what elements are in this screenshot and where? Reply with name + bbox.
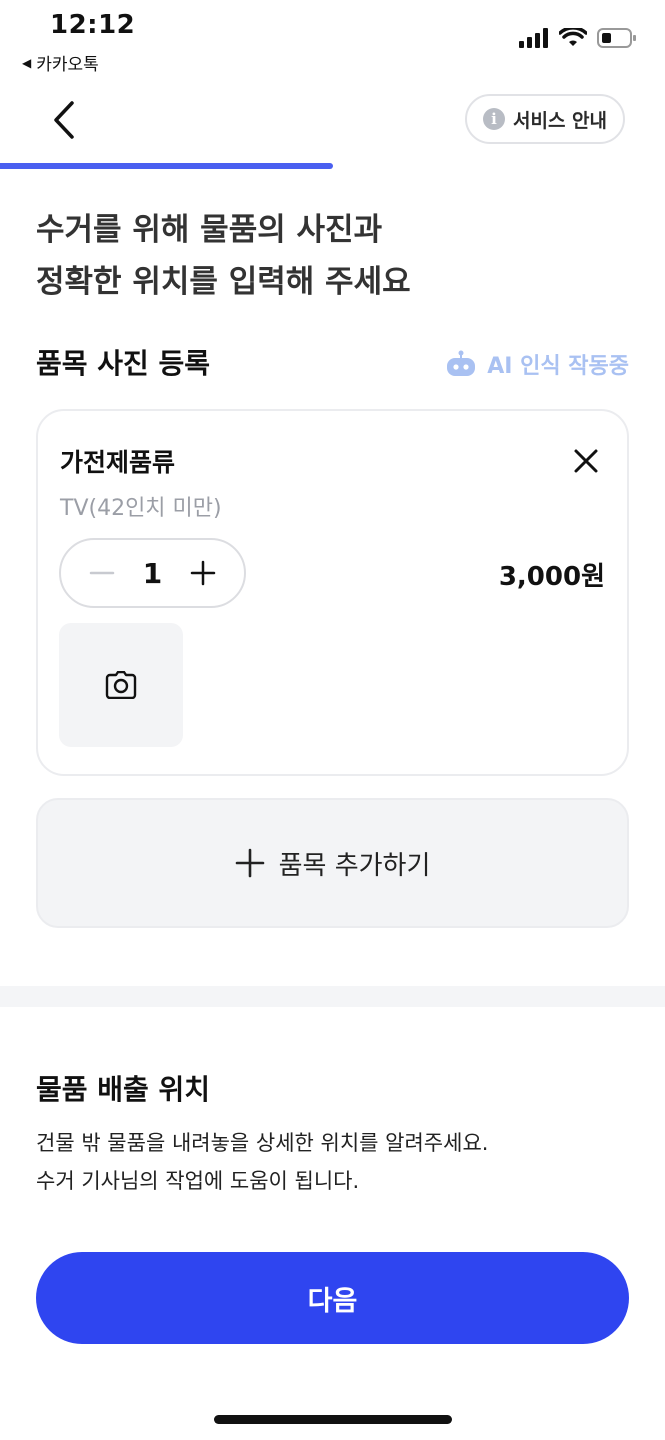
status-icons <box>519 28 637 48</box>
back-button[interactable] <box>40 96 88 144</box>
add-item-button[interactable]: 품목 추가하기 <box>36 798 629 928</box>
minus-icon <box>89 571 115 575</box>
add-item-label: 품목 추가하기 <box>278 850 431 881</box>
back-triangle-icon: ◀ <box>22 55 32 70</box>
wifi-icon <box>559 28 587 46</box>
item-detail: TV(42인치 미만) <box>60 496 222 521</box>
ai-status-indicator: AI 인식 작동중 <box>445 348 629 380</box>
plus-icon <box>190 560 216 586</box>
item-category: 가전제품류 <box>60 448 176 477</box>
location-desc-line-2: 수거 기사님의 작업에 도움이 됩니다. <box>36 1169 360 1193</box>
robot-icon <box>447 350 476 376</box>
decrease-quantity-button[interactable] <box>87 558 117 588</box>
next-button[interactable]: 다음 <box>36 1252 629 1344</box>
add-photo-button[interactable] <box>59 623 183 747</box>
quantity-stepper: 1 <box>59 538 246 608</box>
back-app-label: 카카오톡 <box>36 55 99 75</box>
page-headline: 수거를 위해 물품의 사진과 정확한 위치를 입력해 주세요 <box>36 204 411 308</box>
progress-bar <box>0 163 333 169</box>
chevron-left-icon <box>54 101 74 139</box>
quantity-value: 1 <box>142 556 163 590</box>
service-guide-label: 서비스 안내 <box>512 109 607 132</box>
ai-status-label: AI 인식 작동중 <box>487 354 629 379</box>
info-icon: i <box>482 108 505 130</box>
headline-line-2: 정확한 위치를 입력해 주세요 <box>36 264 411 300</box>
back-to-app-link[interactable]: ◀ 카카오톡 <box>22 50 99 75</box>
photo-section-title: 품목 사진 등록 <box>36 347 211 380</box>
camera-icon <box>105 671 137 699</box>
remove-item-button[interactable] <box>565 440 607 482</box>
cellular-signal-icon <box>519 28 548 48</box>
plus-icon <box>235 848 264 878</box>
headline-line-1: 수거를 위해 물품의 사진과 <box>36 212 383 248</box>
location-section-title: 물품 배출 위치 <box>36 1073 211 1106</box>
home-indicator <box>214 1415 452 1424</box>
battery-icon <box>597 28 636 48</box>
close-icon <box>574 449 598 473</box>
location-description: 건물 밖 물품을 내려놓을 상세한 위치를 알려주세요. 수거 기사님의 작업에… <box>36 1124 488 1200</box>
section-divider <box>0 986 665 1007</box>
status-time: 12:12 <box>50 10 136 40</box>
location-desc-line-1: 건물 밖 물품을 내려놓을 상세한 위치를 알려주세요. <box>36 1131 489 1155</box>
increase-quantity-button[interactable] <box>188 558 218 588</box>
item-price: 3,000원 <box>498 562 605 592</box>
service-guide-button[interactable]: i 서비스 안내 <box>465 94 625 144</box>
